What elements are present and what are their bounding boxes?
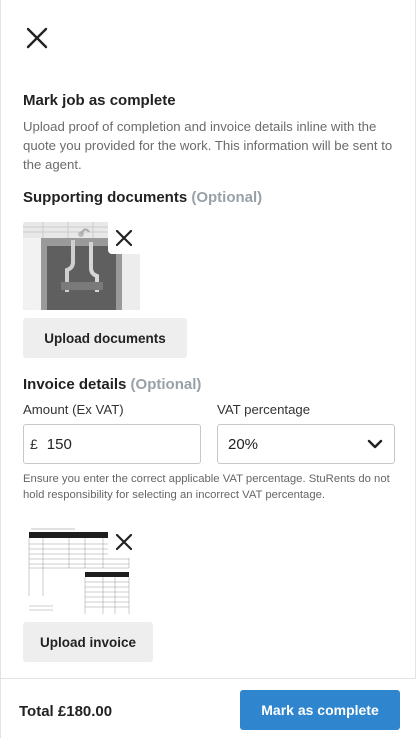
close-button[interactable]	[23, 24, 51, 52]
footer-bar: Total £180.00 Mark as complete	[1, 678, 416, 738]
invoice-details-title: Invoice details	[23, 376, 127, 393]
amount-value: 150	[46, 435, 72, 453]
document-thumbnail	[23, 222, 140, 310]
vat-percentage-label: VAT percentage	[217, 402, 311, 417]
upload-invoice-button[interactable]: Upload invoice	[23, 622, 153, 662]
optional-tag: (Optional)	[191, 189, 263, 206]
remove-invoice-button[interactable]	[108, 526, 140, 558]
supporting-documents-title: Supporting documents	[23, 189, 188, 206]
invoice-details-heading: Invoice details (Optional)	[23, 376, 201, 393]
close-icon	[115, 533, 133, 551]
vat-percentage-select[interactable]: 20%	[217, 424, 395, 464]
mark-as-complete-button[interactable]: Mark as complete	[240, 690, 400, 730]
remove-document-button[interactable]	[108, 222, 140, 254]
close-icon	[115, 229, 133, 247]
supporting-documents-heading: Supporting documents (Optional)	[23, 189, 262, 206]
currency-symbol: £	[30, 436, 38, 452]
vat-percentage-value: 20%	[228, 435, 259, 453]
modal: Mark job as complete Upload proof of com…	[0, 0, 416, 738]
amount-input[interactable]: £ 150	[23, 424, 201, 464]
intro-description: Upload proof of completion and invoice d…	[23, 119, 393, 172]
upload-documents-button[interactable]: Upload documents	[23, 318, 187, 358]
page-title: Mark job as complete	[23, 92, 176, 109]
close-icon	[26, 27, 48, 49]
amount-label: Amount (Ex VAT)	[23, 402, 124, 417]
chevron-down-icon	[367, 439, 383, 449]
total-amount: Total £180.00	[19, 703, 113, 720]
optional-tag: (Optional)	[130, 376, 202, 393]
vat-disclaimer: Ensure you enter the correct applicable …	[23, 473, 390, 501]
invoice-thumbnail	[23, 526, 140, 614]
